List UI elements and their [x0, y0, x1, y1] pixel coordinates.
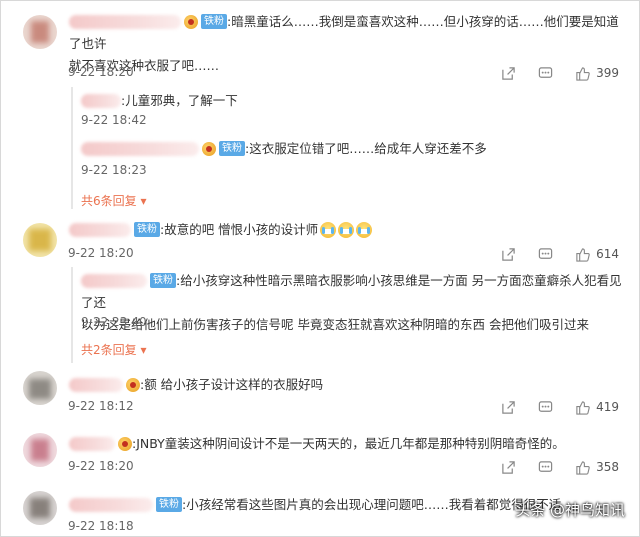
reply-text: 铁粉:给小孩穿这种性暗示黑暗衣服影响小孩思维是一方面 另一方面恋童癖杀人犯看见了… — [81, 273, 622, 332]
timestamp: 9-22 18:20 — [68, 246, 134, 260]
crying-emoji-icon — [320, 221, 337, 238]
reply-list: :儿童邪典，了解一下 9-22 18:42 铁粉:这衣服定位错了吧……给成年人穿… — [71, 87, 621, 209]
like-icon[interactable] — [575, 400, 590, 415]
like-icon[interactable] — [575, 460, 590, 475]
fan-badge: 铁粉 — [156, 497, 182, 512]
reply-text: :儿童邪典，了解一下 — [81, 89, 611, 111]
like-icon[interactable] — [575, 247, 590, 262]
like-count: 399 — [596, 66, 619, 80]
comment-icon[interactable] — [538, 400, 553, 415]
more-replies-link[interactable]: 共2条回复 ▾ — [81, 341, 146, 358]
comment-feed: 铁粉:暗黑童话么……我倒是蛮喜欢这种……但小孩穿的话……他们要是知道了也许 就不… — [0, 0, 640, 537]
username[interactable] — [69, 222, 131, 237]
comment-actions: 614 — [479, 246, 619, 262]
comment-text: :额 给小孩子设计这样的衣服好吗 — [69, 373, 629, 395]
reply-list: 铁粉:给小孩穿这种性暗示黑暗衣服影响小孩思维是一方面 另一方面恋童癖杀人犯看见了… — [71, 267, 622, 363]
fan-badge: 铁粉 — [201, 14, 227, 29]
share-icon[interactable] — [501, 247, 516, 262]
comment-text: :JNBY童装这种阴间设计不是一天两天的，最近几年都是那种特别阴暗奇怪的。 — [69, 432, 634, 454]
comment-icon[interactable] — [538, 460, 553, 475]
crying-emoji-icon — [356, 221, 373, 238]
comment-icon[interactable] — [538, 66, 553, 81]
timestamp: 9-22 18:18 — [68, 519, 134, 533]
username[interactable] — [81, 141, 199, 156]
comment-actions: 399 — [479, 65, 619, 81]
medal-icon — [126, 377, 140, 392]
comment-actions: 419 — [479, 399, 619, 415]
like-count: 419 — [596, 400, 619, 414]
like-count: 614 — [596, 247, 619, 261]
comment-text: 铁粉:故意的吧 憎恨小孩的设计师 — [69, 218, 629, 240]
avatar[interactable] — [23, 15, 57, 49]
medal-icon — [118, 436, 132, 451]
fan-badge: 铁粉 — [150, 273, 176, 288]
more-replies-link[interactable]: 共6条回复 ▾ — [81, 192, 146, 209]
avatar[interactable] — [23, 371, 57, 405]
username[interactable] — [69, 436, 115, 451]
timestamp: 9-22 18:20 — [68, 65, 134, 79]
timestamp: 9-22 18:23 — [81, 163, 147, 177]
avatar[interactable] — [23, 223, 57, 257]
comment-icon[interactable] — [538, 247, 553, 262]
avatar[interactable] — [23, 491, 57, 525]
timestamp: 9-22 23:40 — [81, 315, 147, 329]
fan-badge: 铁粉 — [219, 141, 245, 156]
username[interactable] — [81, 93, 121, 108]
like-count: 358 — [596, 460, 619, 474]
username[interactable] — [69, 377, 123, 392]
medal-icon — [202, 141, 216, 156]
avatar[interactable] — [23, 433, 57, 467]
medal-icon — [184, 14, 198, 29]
timestamp: 9-22 18:42 — [81, 113, 147, 127]
watermark: 头条 @神鸟知讯 — [515, 501, 625, 519]
comment-actions: 358 — [479, 459, 619, 475]
username[interactable] — [81, 273, 147, 288]
share-icon[interactable] — [501, 460, 516, 475]
share-icon[interactable] — [501, 66, 516, 81]
reply-text: 铁粉:这衣服定位错了吧……给成年人穿还差不多 — [81, 137, 611, 159]
timestamp: 9-22 18:20 — [68, 459, 134, 473]
share-icon[interactable] — [501, 400, 516, 415]
username[interactable] — [69, 14, 181, 29]
like-icon[interactable] — [575, 66, 590, 81]
timestamp: 9-22 18:12 — [68, 399, 134, 413]
crying-emoji-icon — [338, 221, 355, 238]
fan-badge: 铁粉 — [134, 222, 160, 237]
username[interactable] — [69, 497, 153, 512]
